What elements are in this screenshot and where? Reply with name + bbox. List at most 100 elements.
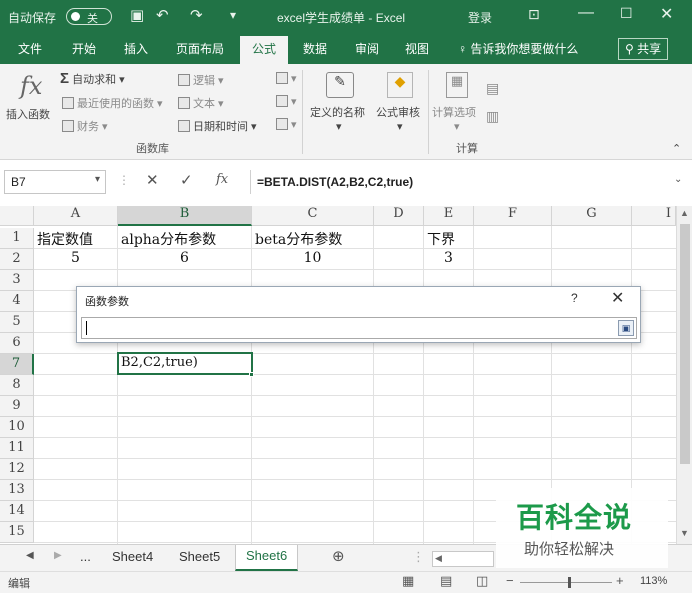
column-header-e[interactable]: E [424,206,474,226]
date-time-button[interactable]: 日期和时间 ▾ [178,118,257,134]
share-button[interactable]: ⚲ 共享 [618,38,669,60]
zoom-slider-thumb[interactable] [568,577,571,588]
column-header-f[interactable]: F [474,206,552,226]
insert-function-button[interactable]: 插入函数 [6,106,50,122]
expand-formula-bar-icon[interactable]: ⌄ [674,174,682,185]
row-header-9[interactable]: 9 [0,396,34,417]
zoom-in-icon[interactable]: + [616,573,624,588]
cell-a2[interactable]: 5 [34,249,118,270]
row-header-14[interactable]: 14 [0,501,34,522]
cell-b2[interactable]: 6 [118,249,252,270]
row-header-8[interactable]: 8 [0,375,34,396]
next-sheet-icon[interactable]: ▶ [54,550,62,561]
column-header-b[interactable]: B [118,206,252,226]
recently-used-button[interactable]: 最近使用的函数 ▾ [62,95,163,111]
row-header-10[interactable]: 10 [0,417,34,438]
normal-view-icon[interactable]: ▦ [402,573,414,589]
text-button[interactable]: 文本 ▾ [178,95,224,111]
tab-page-layout[interactable]: 页面布局 [176,40,224,57]
maximize-icon[interactable]: ☐ [620,5,633,22]
sheet-tab-sheet5[interactable]: Sheet5 [179,549,220,564]
dialog-close-button[interactable]: ✕ [611,288,624,308]
autosave-toggle[interactable]: 关 [66,8,112,25]
horizontal-scrollbar[interactable]: ◀ [432,551,494,567]
zoom-level[interactable]: 113% [640,575,667,587]
login-link[interactable]: 登录 [468,9,492,26]
column-header-a[interactable]: A [34,206,118,226]
dialog-help-button[interactable]: ? [571,291,578,305]
tab-file[interactable]: 文件 [18,40,42,57]
collapse-ribbon-icon[interactable]: ⌃ [672,142,681,155]
enter-icon[interactable]: ✓ [180,171,193,189]
zoom-out-icon[interactable]: − [506,573,514,588]
ribbon-display-icon[interactable]: ⊡ [528,6,540,23]
column-header-i[interactable]: I [632,206,676,226]
formula-auditing-button[interactable]: 公式审核 [376,104,420,120]
column-header-c[interactable]: C [252,206,374,226]
sheet-tab-sheet4[interactable]: Sheet4 [112,549,153,564]
select-all-corner[interactable] [0,206,34,226]
row-header-11[interactable]: 11 [0,438,34,459]
defined-names-button[interactable]: 定义的名称 [310,104,365,120]
autosum-button[interactable]: Σ 自动求和 ▾ [60,70,125,87]
row-header-1[interactable]: 1 [0,228,34,249]
expand-dialog-icon[interactable]: ▣ [618,320,634,336]
dialog-range-input[interactable]: ▣ [81,317,637,339]
tab-home[interactable]: 开始 [72,40,96,57]
prev-sheet-icon[interactable]: ◀ [26,550,34,561]
row-header-3[interactable]: 3 [0,270,34,291]
page-layout-view-icon[interactable]: ▤ [440,573,452,589]
column-header-g[interactable]: G [552,206,632,226]
insert-function-fx-icon[interactable]: fx [216,172,228,187]
page-break-view-icon[interactable]: ◫ [476,573,488,589]
more-functions-button[interactable]: ▾ [276,118,297,131]
tab-insert[interactable]: 插入 [124,40,148,57]
customize-qat-icon[interactable]: ▾ [230,8,236,22]
minimize-icon[interactable]: — [578,4,594,22]
scroll-left-icon[interactable]: ◀ [435,553,442,564]
column-header-d[interactable]: D [374,206,424,226]
calc-sheet-icon[interactable]: ▥ [486,108,499,125]
name-box[interactable]: B7 ▾ [4,170,106,194]
scrollbar-thumb[interactable] [680,224,690,464]
row-header-7[interactable]: 7 [0,354,34,375]
more-sheets-button[interactable]: ... [80,549,91,564]
redo-icon[interactable]: ↷ [190,6,203,24]
tab-formulas[interactable]: 公式 [240,36,289,64]
tab-data[interactable]: 数据 [303,40,327,57]
math-button[interactable]: ▾ [276,95,297,108]
cell-c1[interactable]: beta分布参数 [252,228,374,249]
cell-e1[interactable]: 下界 [424,228,474,249]
name-box-dropdown-icon[interactable]: ▾ [95,174,100,185]
row-header-12[interactable]: 12 [0,459,34,480]
scroll-up-icon[interactable]: ▲ [680,208,689,218]
row-header-2[interactable]: 2 [0,249,34,270]
save-icon[interactable]: ▣ [130,6,144,24]
lookup-button[interactable]: ▾ [276,72,297,85]
cell-b1[interactable]: alpha分布参数 [118,228,252,249]
close-icon[interactable]: ✕ [660,4,673,24]
financial-button[interactable]: 财务 ▾ [62,118,108,134]
cell-c2[interactable]: 10 [252,249,374,270]
tell-me-box[interactable]: ♀ 告诉我你想要做什么 [458,40,578,57]
new-sheet-icon[interactable]: ⊕ [332,547,345,565]
logical-button[interactable]: 逻辑 ▾ [178,72,224,88]
calc-options-button[interactable]: 计算选项 [432,104,476,120]
cell-a1[interactable]: 指定数值 [34,228,118,249]
zoom-slider[interactable] [520,582,612,583]
undo-icon[interactable]: ↶ [156,6,169,24]
calc-now-icon[interactable]: ▤ [486,80,499,97]
row-header-5[interactable]: 5 [0,312,34,333]
row-header-6[interactable]: 6 [0,333,34,354]
row-header-4[interactable]: 4 [0,291,34,312]
scroll-down-icon[interactable]: ▼ [680,528,689,538]
tab-splitter-icon[interactable]: ⋮ [412,549,425,565]
sheet-tab-sheet6[interactable]: Sheet6 [235,545,299,571]
row-header-13[interactable]: 13 [0,480,34,501]
row-header-15[interactable]: 15 [0,522,34,543]
vertical-scrollbar[interactable]: ▲ ▼ [676,206,692,544]
tab-view[interactable]: 视图 [405,40,429,57]
tab-review[interactable]: 审阅 [355,40,379,57]
cancel-icon[interactable]: ✕ [146,171,159,189]
fill-handle[interactable] [249,372,254,377]
